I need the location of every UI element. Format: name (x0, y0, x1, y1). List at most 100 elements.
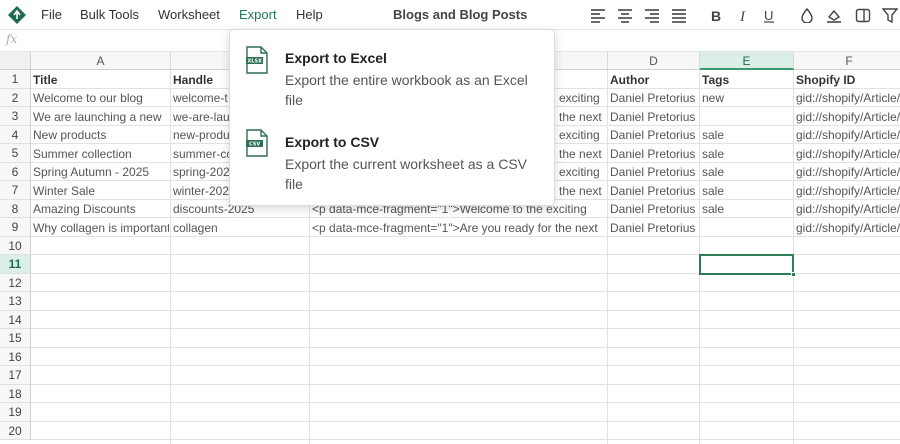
cell-f4[interactable]: gid://shopify/Article/ (794, 126, 900, 144)
header-cell-d[interactable]: Author (608, 71, 698, 89)
cell-c7[interactable]: the next (557, 182, 607, 200)
cell-a7[interactable]: Winter Sale (31, 182, 169, 200)
cell-a4[interactable]: New products (31, 126, 169, 144)
row-divider (31, 383, 900, 385)
row-header-14[interactable]: 14 (0, 310, 31, 329)
cell-e5[interactable]: sale (700, 145, 792, 163)
row-header-10[interactable]: 10 (0, 236, 31, 255)
cell-c6[interactable]: exciting (557, 163, 607, 181)
row-divider (31, 420, 900, 422)
cell-e6[interactable]: sale (700, 163, 792, 181)
cell-e7[interactable]: sale (700, 182, 792, 200)
freeze-columns-icon[interactable] (855, 8, 871, 23)
export-to-csv-title: Export to CSV (285, 134, 380, 150)
cell-a6[interactable]: Spring Autumn - 2025 (31, 163, 169, 181)
column-header-a[interactable]: A (31, 52, 171, 70)
selected-cell[interactable] (699, 254, 794, 275)
align-right-icon[interactable] (644, 8, 660, 23)
row-header-7[interactable]: 7 (0, 181, 31, 200)
cell-f9[interactable]: gid://shopify/Article/ (794, 219, 900, 237)
menu-export[interactable]: Export (239, 7, 277, 22)
cell-a2[interactable]: Welcome to our blog (31, 89, 169, 107)
row-header-9[interactable]: 9 (0, 218, 31, 237)
app-logo-icon (8, 6, 26, 24)
svg-text:CSV: CSV (249, 142, 260, 148)
column-header-d[interactable]: D (608, 52, 700, 70)
row-divider (31, 291, 900, 292)
cell-d6[interactable]: Daniel Pretorius (608, 163, 698, 181)
export-to-excel-item[interactable]: XLSX Export to Excel Export the entire w… (230, 36, 554, 112)
select-all-corner[interactable] (0, 52, 31, 70)
cell-d8[interactable]: Daniel Pretorius (608, 200, 698, 218)
align-left-icon[interactable] (590, 8, 606, 23)
export-to-excel-description: Export the entire workbook as an Excel f… (285, 72, 528, 108)
filter-icon[interactable] (882, 8, 898, 23)
align-center-icon[interactable] (617, 8, 633, 23)
cell-c3[interactable]: the next (557, 108, 607, 126)
row-divider (31, 346, 900, 348)
align-justify-icon[interactable] (671, 8, 687, 23)
export-to-csv-item[interactable]: CSV Export to CSV Export the current wor… (230, 120, 554, 196)
row-divider (31, 439, 900, 440)
cell-a8[interactable]: Amazing Discounts (31, 200, 169, 218)
bold-icon[interactable]: B (709, 8, 725, 23)
row-header-6[interactable]: 6 (0, 162, 31, 181)
row-header-5[interactable]: 5 (0, 144, 31, 163)
row-header-1[interactable]: 1 (0, 70, 31, 89)
cell-b9[interactable]: collagen (171, 219, 308, 237)
cell-f2[interactable]: gid://shopify/Article/ (794, 89, 900, 107)
row-header-17[interactable]: 17 (0, 366, 31, 385)
cell-c4[interactable]: exciting (557, 126, 607, 144)
cell-f8[interactable]: gid://shopify/Article/ (794, 200, 900, 218)
menu-worksheet[interactable]: Worksheet (158, 7, 220, 22)
column-header-e[interactable]: E (700, 52, 794, 70)
cell-f7[interactable]: gid://shopify/Article/ (794, 182, 900, 200)
menu-bulk-tools[interactable]: Bulk Tools (80, 7, 139, 22)
underline-icon[interactable]: U (762, 8, 778, 23)
cell-f3[interactable]: gid://shopify/Article/ (794, 108, 900, 126)
cell-a9[interactable]: Why collagen is important (31, 219, 169, 237)
row-divider (31, 402, 900, 403)
row-header-12[interactable]: 12 (0, 273, 31, 292)
cell-d3[interactable]: Daniel Pretorius (608, 108, 698, 126)
italic-icon[interactable]: I (736, 8, 752, 23)
cell-a3[interactable]: We are launching a new (31, 108, 169, 126)
row-header-4[interactable]: 4 (0, 125, 31, 144)
fill-color-icon[interactable] (799, 8, 815, 23)
cell-c2[interactable]: exciting (557, 89, 607, 107)
cell-c9[interactable]: <p data-mce-fragment="1">Are you ready f… (310, 219, 606, 237)
cell-d2[interactable]: Daniel Pretorius (608, 89, 698, 107)
column-header-f[interactable]: F (794, 52, 900, 70)
row-header-19[interactable]: 19 (0, 403, 31, 422)
row-header-13[interactable]: 13 (0, 292, 31, 311)
row-header-2[interactable]: 2 (0, 88, 31, 107)
row-header-11[interactable]: 11 (0, 255, 31, 274)
cell-f5[interactable]: gid://shopify/Article/ (794, 145, 900, 163)
top-toolbar: File Bulk Tools Worksheet Export Help Bl… (0, 0, 900, 30)
header-cell-e[interactable]: Tags (700, 71, 792, 89)
row-header-8[interactable]: 8 (0, 199, 31, 218)
text-color-icon[interactable] (826, 8, 842, 23)
cell-d7[interactable]: Daniel Pretorius (608, 182, 698, 200)
cell-d9[interactable]: Daniel Pretorius (608, 219, 698, 237)
row-header-18[interactable]: 18 (0, 384, 31, 403)
cell-d5[interactable]: Daniel Pretorius (608, 145, 698, 163)
cell-e8[interactable]: sale (700, 200, 792, 218)
row-header-20[interactable]: 20 (0, 421, 31, 440)
menu-file[interactable]: File (41, 7, 62, 22)
cell-e2[interactable]: new (700, 89, 792, 107)
cell-d4[interactable]: Daniel Pretorius (608, 126, 698, 144)
svg-text:B: B (711, 8, 721, 23)
row-header-15[interactable]: 15 (0, 329, 31, 348)
cell-c5[interactable]: the next (557, 145, 607, 163)
menu-help[interactable]: Help (296, 7, 323, 22)
cell-f6[interactable]: gid://shopify/Article/ (794, 163, 900, 181)
fill-handle[interactable] (791, 271, 796, 277)
cell-e4[interactable]: sale (700, 126, 792, 144)
header-cell-f[interactable]: Shopify ID (794, 71, 900, 89)
row-header-3[interactable]: 3 (0, 107, 31, 126)
row-header-16[interactable]: 16 (0, 347, 31, 366)
row-divider (31, 365, 900, 366)
header-cell-a[interactable]: Title (31, 71, 169, 89)
cell-a5[interactable]: Summer collection (31, 145, 169, 163)
